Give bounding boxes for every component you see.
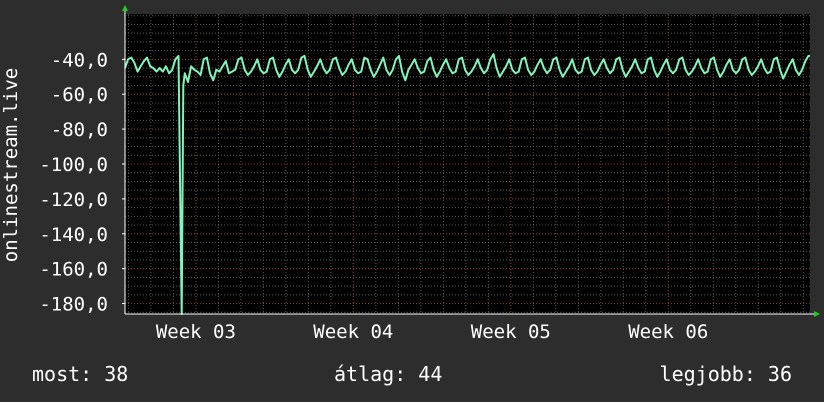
y-tick-label: -180,0 <box>39 294 108 316</box>
x-tick-label: Week 03 <box>156 321 236 343</box>
y-tick-label: -120,0 <box>39 189 108 211</box>
x-axis-arrow <box>814 311 820 317</box>
y-axis-arrow <box>122 5 128 11</box>
y-tick-label: -80,0 <box>51 119 108 141</box>
y-tick-label: -140,0 <box>39 224 108 246</box>
y-tick-label: -60,0 <box>51 84 108 106</box>
y-axis-label: onlinestream.live <box>0 68 22 262</box>
chart-svg: -40,0 -60,0 -80,0 -100,0 -120,0 -140,0 -160,0 -… <box>0 5 820 343</box>
x-tick-label: Week 05 <box>471 321 551 343</box>
x-tick-label: Week 04 <box>313 321 393 343</box>
rrd-graph: -40,0 -60,0 -80,0 -100,0 -120,0 -140,0 -160,0 -… <box>0 0 824 402</box>
stat-average: átlag: 44 <box>334 362 443 386</box>
stat-best: legjobb: 36 <box>659 362 792 386</box>
x-tick-label: Week 06 <box>628 321 708 343</box>
y-tick-label: -160,0 <box>39 259 108 281</box>
stat-most: most: 38 <box>32 362 129 386</box>
grid-layer <box>125 14 810 314</box>
y-axis-ticks: -40,0 -60,0 -80,0 -100,0 -120,0 -140,0 -160,0 -… <box>39 49 125 316</box>
y-tick-label: -40,0 <box>51 49 108 71</box>
y-tick-label: -100,0 <box>39 154 108 176</box>
x-axis-ticks: Week 03 Week 04 Week 05 Week 06 <box>156 321 708 343</box>
